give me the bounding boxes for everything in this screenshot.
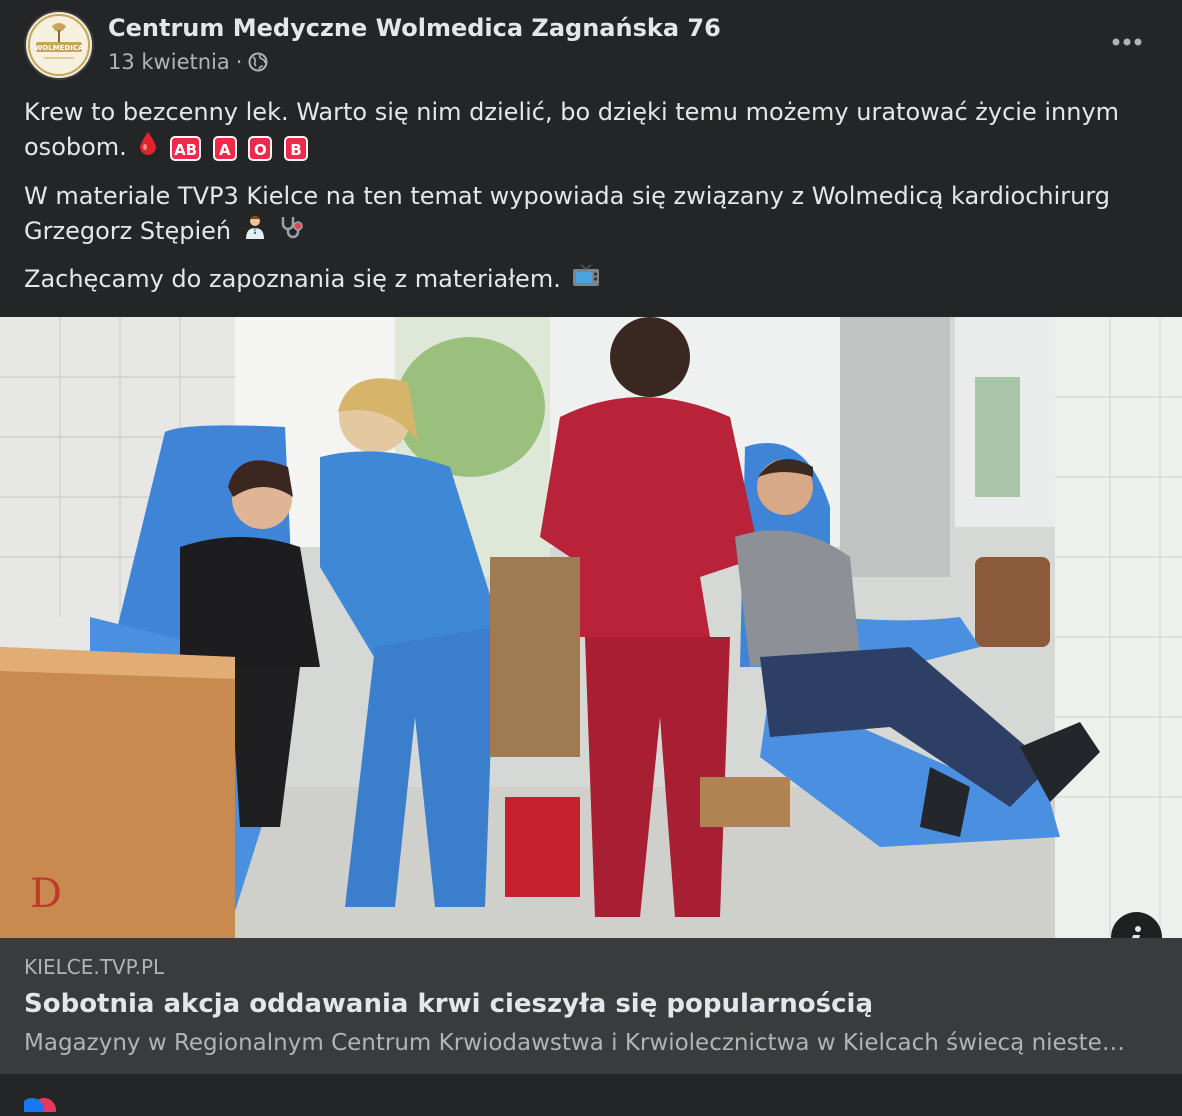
health-worker-icon (243, 214, 267, 250)
svg-text:D: D (30, 871, 62, 917)
blood-type-b-badge: B (284, 135, 309, 161)
reaction-icons[interactable] (20, 1092, 84, 1116)
television-icon (572, 263, 600, 298)
blood-type-ab-badge: AB (170, 135, 202, 161)
link-domain: KIELCE.TVP.PL (24, 955, 165, 979)
blood-drop-icon (138, 130, 158, 166)
post-paragraph-2: W materiale TVP3 Kielce na ten temat wyp… (24, 179, 1144, 250)
page-name[interactable]: Centrum Medyczne Wolmedica Zagnańska 76 (108, 14, 721, 42)
blood-type-a-badge: A (212, 135, 237, 161)
blood-donation-photo: D (0, 317, 1182, 938)
post-date[interactable]: 13 kwietnia (108, 50, 230, 74)
paragraph-2-text: W materiale TVP3 Kielce na ten temat wyp… (24, 182, 1111, 245)
more-options-button[interactable] (1104, 24, 1150, 60)
meta-separator: · (235, 50, 243, 74)
like-love-reaction-icon (20, 1098, 56, 1116)
link-description: Magazyny w Regionalnym Centrum Krwiodaws… (24, 1030, 1128, 1056)
paragraph-3-text: Zachęcamy do zapoznania się z materiałem… (24, 265, 561, 293)
svg-text:WOLMEDICA: WOLMEDICA (35, 44, 84, 52)
page-avatar[interactable]: WOLMEDICA (24, 10, 94, 80)
wolmedica-logo-icon: WOLMEDICA (28, 14, 90, 76)
link-title[interactable]: Sobotnia akcja oddawania krwi cieszyła s… (24, 989, 873, 1019)
globe-icon[interactable] (248, 52, 268, 72)
post-paragraph-3: Zachęcamy do zapoznania się z materiałem… (24, 262, 1144, 298)
link-preview-card[interactable]: KIELCE.TVP.PL Sobotnia akcja oddawania k… (0, 938, 1182, 1074)
more-options-icon (1112, 38, 1142, 46)
link-preview-image[interactable]: D (0, 317, 1182, 938)
post-meta: 13 kwietnia · (108, 50, 268, 74)
blood-type-o-badge: O (248, 135, 273, 161)
post-paragraph-1: Krew to bezcenny lek. Warto się nim dzie… (24, 95, 1144, 166)
facebook-post: WOLMEDICA Centrum Medyczne Wolmedica Zag… (0, 0, 1182, 1116)
stethoscope-icon (278, 214, 304, 250)
